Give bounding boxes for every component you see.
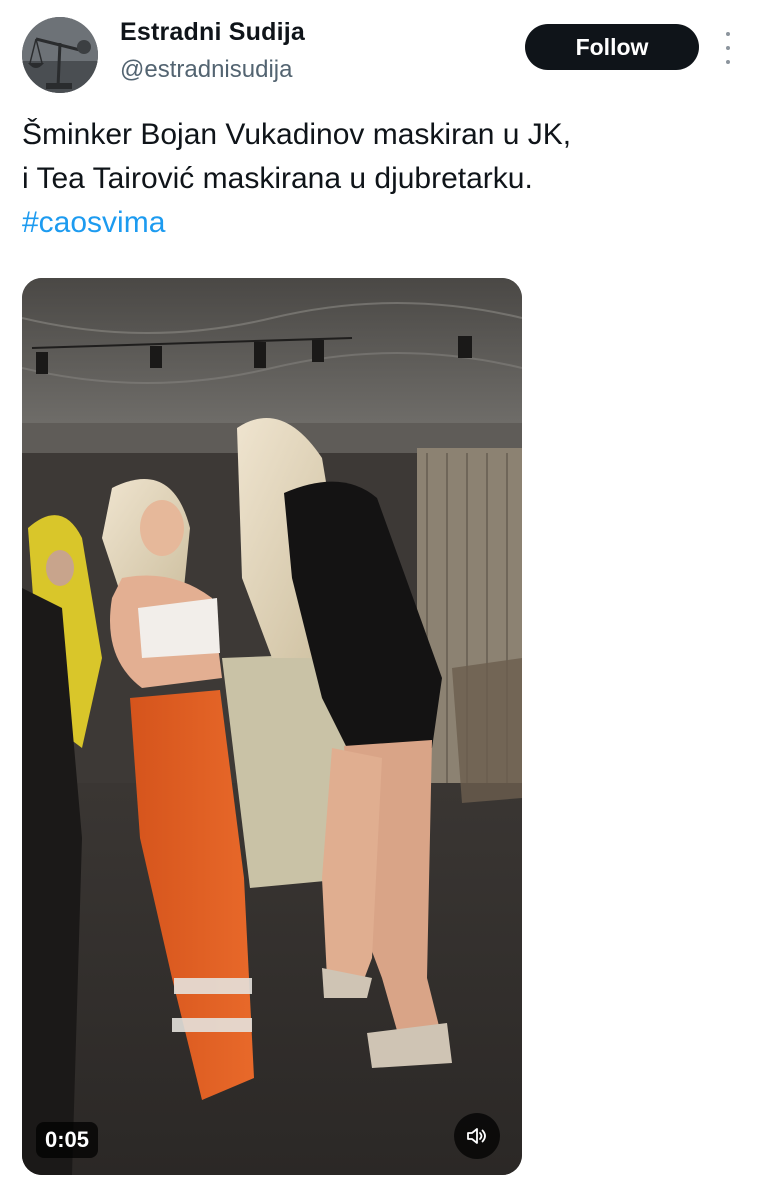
follow-button[interactable]: Follow [525, 24, 699, 70]
volume-button[interactable] [454, 1113, 500, 1159]
hashtag-link[interactable]: #caosvima [22, 201, 742, 245]
author-display-name[interactable]: Estradni Sudija [120, 18, 305, 47]
author-handle[interactable]: @estradnisudija [120, 56, 292, 84]
avatar[interactable] [22, 17, 98, 93]
scales-of-justice-icon [22, 17, 98, 93]
volume-icon [467, 1128, 486, 1144]
tweet-text-line-2: i Tea Tairović maskirana u djubretarku. [22, 162, 533, 195]
video-frame [22, 278, 522, 1175]
video-timestamp: 0:05 [36, 1122, 99, 1158]
more-vertical-icon[interactable] [716, 32, 740, 64]
video-player[interactable]: 0:05 [22, 278, 522, 1175]
tweet-text-line-1: Šminker Bojan Vukadinov maskiran u JK, [22, 118, 572, 151]
tweet-text: Šminker Bojan Vukadinov maskiran u JK, i… [22, 113, 742, 245]
